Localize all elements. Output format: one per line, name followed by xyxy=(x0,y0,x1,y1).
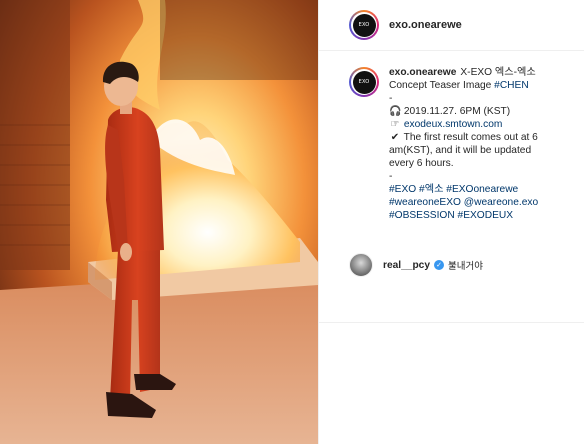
caption: EXO exo.onearewe X-EXO 엑스-엑소 Concept Teas… xyxy=(349,66,579,222)
hashtag-exo[interactable]: #EXO xyxy=(389,184,416,195)
separator-2: - xyxy=(389,171,393,182)
pointing-hand-icon: ☞ xyxy=(390,119,400,130)
avatar: EXO xyxy=(352,13,376,37)
verified-badge-icon: ✓ xyxy=(434,260,445,270)
headphones-icon: 🎧 xyxy=(389,106,402,117)
site-link[interactable]: exodeux.smtown.com xyxy=(404,119,503,130)
commenter-avatar[interactable] xyxy=(349,253,373,277)
result-line-2: am(KST), and it will be updated xyxy=(389,145,532,156)
divider xyxy=(319,322,584,323)
header-username[interactable]: exo.onearewe xyxy=(389,19,462,31)
separator: - xyxy=(389,93,393,104)
post-side-panel: EXO exo.onearewe EXO exo.onearewe X-EXO 엑… xyxy=(318,0,584,444)
caption-story-ring[interactable]: EXO xyxy=(349,67,379,97)
mention-weareone-exo[interactable]: @weareone.exo xyxy=(464,197,538,208)
caption-username[interactable]: exo.onearewe xyxy=(389,67,456,78)
hashtag-exo-korean[interactable]: #엑소 xyxy=(419,184,443,195)
caption-avatar: EXO xyxy=(352,70,376,94)
instagram-post: EXO exo.onearewe EXO exo.onearewe X-EXO 엑… xyxy=(0,0,584,444)
photo-illustration xyxy=(0,0,318,444)
result-line-3: every 6 hours. xyxy=(389,158,454,169)
caption-avatar-frame: EXO xyxy=(351,69,377,95)
release-date: 2019.11.27. 6PM (KST) xyxy=(403,106,511,117)
post-header: EXO exo.onearewe xyxy=(319,0,584,51)
hashtag-exoonearewe[interactable]: #EXOonearewe xyxy=(446,184,518,195)
hashtag-chen[interactable]: #CHEN xyxy=(494,80,529,91)
caption-line2: Concept Teaser Image xyxy=(389,80,492,91)
hashtag-exodeux[interactable]: #EXODEUX xyxy=(458,210,513,221)
check-mark-icon: ✔ xyxy=(390,132,400,143)
comment: real__pcy ✓ 불내거야 xyxy=(349,253,483,277)
comment-text: real__pcy ✓ 불내거야 xyxy=(383,258,483,273)
comment-body: 불내거야 xyxy=(448,261,483,272)
hashtag-obsession[interactable]: #OBSESSION xyxy=(389,210,455,221)
post-photo[interactable] xyxy=(0,0,318,444)
result-line-1: The first result comes out at 6 xyxy=(403,132,538,143)
hashtag-weareoneexo[interactable]: #weareoneEXO xyxy=(389,197,461,208)
comment-username[interactable]: real__pcy xyxy=(383,260,430,271)
caption-title: X-EXO 엑스-엑소 xyxy=(460,67,536,78)
story-ring[interactable]: EXO xyxy=(349,10,379,40)
avatar-frame: EXO xyxy=(351,12,377,38)
caption-body: exo.onearewe X-EXO 엑스-엑소 Concept Teaser I… xyxy=(389,66,579,222)
